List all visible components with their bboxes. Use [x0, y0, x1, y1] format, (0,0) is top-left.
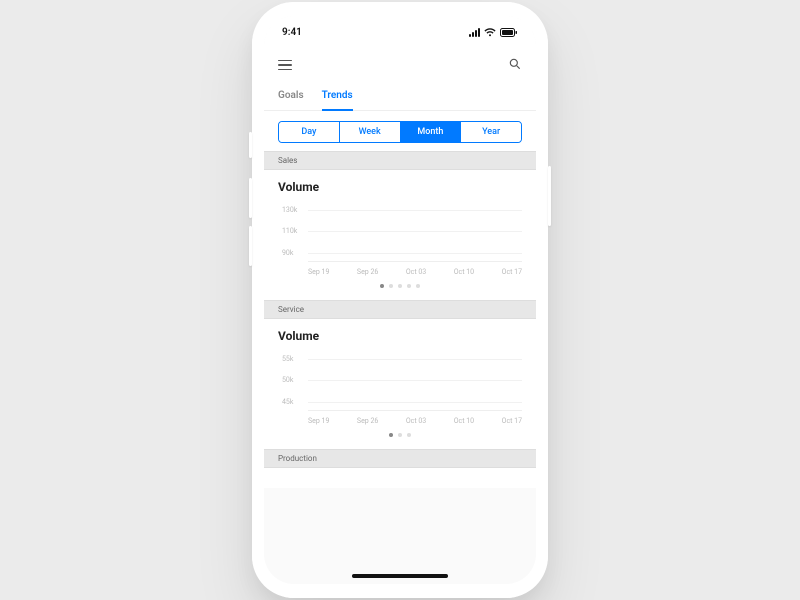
xtick: Oct 10 — [454, 417, 474, 425]
card-title: Volume — [278, 180, 522, 194]
volume-down-button — [249, 226, 252, 266]
wifi-icon — [484, 28, 496, 37]
gridline — [308, 380, 522, 381]
chart-service-volume[interactable]: 55k 50k 45k Sep 19 Sep 26 Oct 03 Oct 10 … — [282, 353, 522, 425]
tab-trends[interactable]: Trends — [322, 82, 353, 111]
xtick: Sep 26 — [357, 417, 378, 425]
seg-day[interactable]: Day — [279, 122, 340, 142]
dot[interactable] — [380, 284, 384, 288]
ytick: 90k — [282, 249, 293, 257]
dot[interactable] — [416, 284, 420, 288]
x-axis — [308, 261, 522, 262]
ytick: 55k — [282, 355, 293, 363]
ytick: 50k — [282, 376, 293, 384]
nav-tabs: Goals Trends — [264, 82, 536, 111]
home-indicator[interactable] — [352, 574, 448, 578]
notch — [336, 16, 464, 38]
x-ticks: Sep 19 Sep 26 Oct 03 Oct 10 Oct 17 — [308, 417, 522, 425]
scroll-area[interactable]: Sales Volume 130k 110k 90k Sep 19 Sep 26… — [264, 151, 536, 584]
segmented-wrap: Day Week Month Year — [264, 111, 536, 151]
phone-mockup-shell: 9:41 Goals — [252, 2, 548, 598]
xtick: Oct 03 — [406, 417, 426, 425]
ytick: 130k — [282, 206, 297, 214]
app-bar — [264, 48, 536, 82]
x-axis — [308, 410, 522, 411]
cellular-signal-icon — [469, 28, 480, 37]
gridline — [308, 253, 522, 254]
seg-week[interactable]: Week — [340, 122, 401, 142]
dot[interactable] — [398, 284, 402, 288]
battery-icon — [500, 28, 518, 37]
search-icon[interactable] — [508, 56, 522, 75]
mute-switch — [249, 132, 252, 158]
ytick: 45k — [282, 398, 293, 406]
card-production — [264, 468, 536, 488]
tab-goals[interactable]: Goals — [278, 82, 304, 110]
time-range-segmented: Day Week Month Year — [278, 121, 522, 143]
xtick: Oct 17 — [502, 417, 522, 425]
status-time: 9:41 — [282, 27, 302, 38]
seg-month[interactable]: Month — [401, 122, 462, 142]
menu-icon[interactable] — [278, 60, 292, 71]
xtick: Oct 10 — [454, 268, 474, 276]
xtick: Oct 17 — [502, 268, 522, 276]
phone-screen: 9:41 Goals — [264, 16, 536, 584]
card-sales-volume: Volume 130k 110k 90k Sep 19 Sep 26 Oct 0… — [264, 170, 536, 300]
dot[interactable] — [407, 433, 411, 437]
seg-year[interactable]: Year — [461, 122, 521, 142]
card-service-volume: Volume 55k 50k 45k Sep 19 Sep 26 Oct 03 … — [264, 319, 536, 449]
xtick: Sep 19 — [308, 417, 329, 425]
gridline — [308, 231, 522, 232]
dot[interactable] — [407, 284, 411, 288]
dot[interactable] — [389, 433, 393, 437]
ytick: 110k — [282, 227, 297, 235]
xtick: Oct 03 — [406, 268, 426, 276]
section-header-sales: Sales — [264, 151, 536, 170]
gridline — [308, 210, 522, 211]
section-header-service: Service — [264, 300, 536, 319]
section-header-production: Production — [264, 449, 536, 468]
volume-up-button — [249, 178, 252, 218]
card-title: Volume — [278, 329, 522, 343]
power-button — [548, 166, 551, 226]
xtick: Sep 26 — [357, 268, 378, 276]
gridline — [308, 359, 522, 360]
dot[interactable] — [389, 284, 393, 288]
gridline — [308, 402, 522, 403]
chart-sales-volume[interactable]: 130k 110k 90k Sep 19 Sep 26 Oct 03 Oct 1… — [282, 204, 522, 276]
x-ticks: Sep 19 Sep 26 Oct 03 Oct 10 Oct 17 — [308, 268, 522, 276]
dot[interactable] — [398, 433, 402, 437]
page-dots[interactable] — [278, 425, 522, 443]
page-dots[interactable] — [278, 276, 522, 294]
xtick: Sep 19 — [308, 268, 329, 276]
